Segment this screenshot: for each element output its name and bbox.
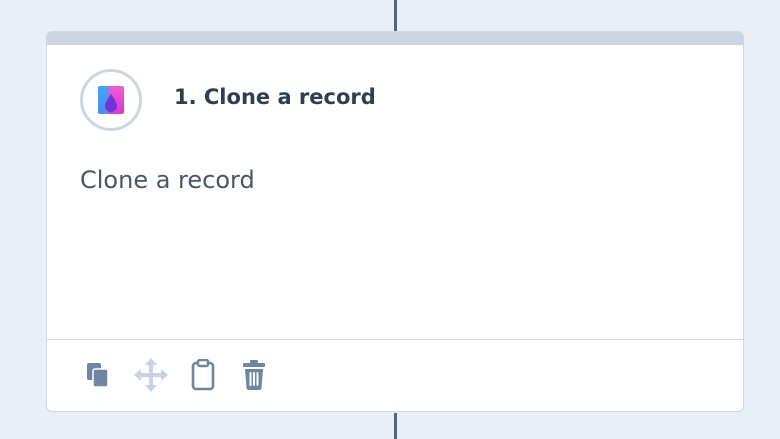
copy-button[interactable]: [79, 356, 117, 394]
gradient-drop-logo-icon: [98, 86, 124, 114]
move-icon: [134, 358, 168, 392]
step-description: Clone a record: [80, 166, 255, 194]
app-avatar: [80, 69, 142, 131]
step-title: 1. Clone a record: [174, 85, 376, 109]
copy-icon: [87, 363, 109, 388]
paste-button[interactable]: [184, 356, 222, 394]
move-button[interactable]: [132, 356, 170, 394]
trash-icon: [243, 360, 265, 390]
flow-connector-bottom: [394, 413, 397, 439]
flow-connector-top: [394, 0, 397, 31]
card-toolbar: [47, 340, 743, 411]
step-card[interactable]: 1. Clone a record Clone a record: [46, 31, 744, 412]
clipboard-icon: [191, 359, 215, 391]
delete-button[interactable]: [235, 356, 273, 394]
card-header-bar: [47, 32, 743, 45]
